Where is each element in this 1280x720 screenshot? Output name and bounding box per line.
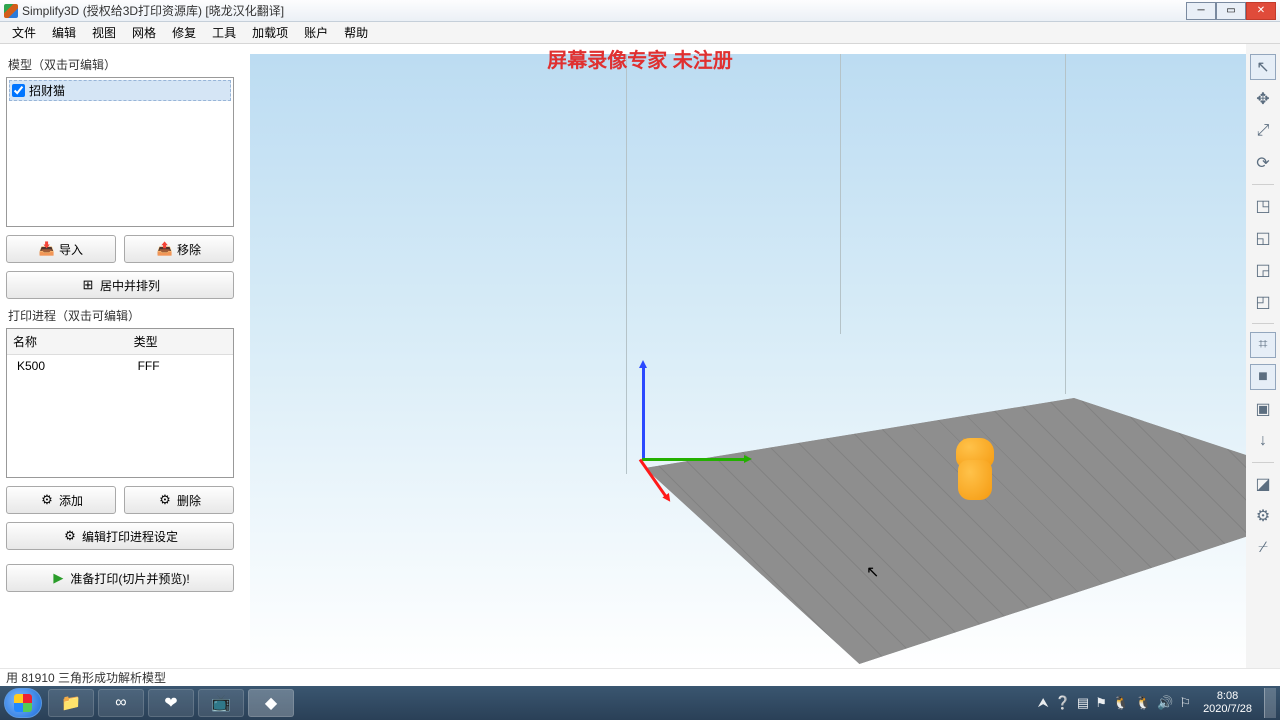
menu-tools[interactable]: 工具 [204,22,244,43]
view-front[interactable]: ◳ [1250,193,1276,219]
tray-icon-3[interactable]: ⚑ [1095,695,1107,711]
menu-addons[interactable]: 加载项 [244,22,296,43]
maximize-button[interactable]: ▭ [1216,2,1246,20]
center-arrange-button[interactable]: ⊞居中并排列 [6,271,234,299]
minimize-button[interactable]: ─ [1186,2,1216,20]
axis-z [642,364,645,460]
titlebar: Simplify3D (授权给3D打印资源库) [晓龙汉化翻译] ─ ▭ ✕ [0,0,1280,22]
tray-icon-2[interactable]: ▤ [1077,695,1089,711]
process-section-title: 打印进程（双击可编辑） [8,307,234,324]
delete-icon: ⚙ [157,492,173,508]
gear-icon: ⚙ [62,528,78,544]
taskbar-app-simplify3d[interactable]: ◆ [248,689,294,717]
window-title: Simplify3D (授权给3D打印资源库) [晓龙汉化翻译] [22,2,1186,19]
watermark: 屏幕录像专家 未注册 [547,44,733,73]
close-button[interactable]: ✕ [1246,2,1276,20]
rotate-tool[interactable]: ⟳ [1250,150,1276,176]
menu-help[interactable]: 帮助 [336,22,376,43]
process-row[interactable]: K500 FFF [7,355,233,378]
right-toolbar: ↖ ✥ ⤢ ⟳ ◳ ◱ ◲ ◰ ⌗ ■ ▣ ↓ ◪ ⚙ ⌿ [1246,44,1280,668]
menubar: 文件 编辑 视图 网格 修复 工具 加载项 账户 帮助 屏幕录像专家 未注册 [0,22,1280,44]
left-panel: 模型（双击可编辑） 招财猫 📥导入 📤移除 ⊞居中并排列 打印进程（双击可编辑）… [0,44,240,668]
app-icon [4,4,18,18]
taskbar-app-app-tv[interactable]: 📺 [198,689,244,717]
import-icon: 📥 [39,241,55,257]
move-tool[interactable]: ✥ [1250,86,1276,112]
process-list[interactable]: 名称 类型 K500 FFF [6,328,234,478]
add-icon: ⚙ [39,492,55,508]
tray-icon-6[interactable]: 🔊 [1157,695,1173,711]
start-button[interactable] [4,688,42,718]
tray-icon-0[interactable]: ⮝ [1038,695,1049,711]
taskbar: 📁∞❤📺◆ ⮝ ❔ ▤ ⚑ 🐧 🐧 🔊 ⚐ 8:08 2020/7/28 [0,686,1280,720]
axis-y [642,458,748,461]
menu-account[interactable]: 账户 [296,22,336,43]
cross-section-tool[interactable]: ◪ [1250,471,1276,497]
models-list[interactable]: 招财猫 [6,77,234,227]
select-tool[interactable]: ↖ [1250,54,1276,80]
menu-mesh[interactable]: 网格 [124,22,164,43]
arrange-icon: ⊞ [80,277,96,293]
menu-file[interactable]: 文件 [4,22,44,43]
taskbar-app-app-heart[interactable]: ❤ [148,689,194,717]
solid-tool[interactable]: ■ [1250,364,1276,390]
viewport-3d[interactable]: ↖ [250,54,1246,668]
taskbar-clock[interactable]: 8:08 2020/7/28 [1203,690,1252,716]
remove-button[interactable]: 📤移除 [124,235,234,263]
menu-view[interactable]: 视图 [84,22,124,43]
remove-icon: 📤 [157,241,173,257]
build-volume-outline [610,54,1246,474]
delete-process-button[interactable]: ⚙删除 [124,486,234,514]
tray-icon-7[interactable]: ⚐ [1179,695,1191,711]
model-3d-object[interactable] [950,432,1000,504]
tray-icon-4[interactable]: 🐧 [1113,695,1129,711]
tray-icon-5[interactable]: 🐧 [1135,695,1151,711]
mouse-cursor: ↖ [866,562,879,582]
scale-tool[interactable]: ⤢ [1250,118,1276,144]
add-process-button[interactable]: ⚙添加 [6,486,116,514]
status-text: 用 81910 三角形成功解析模型 [6,669,166,686]
play-icon: ▶ [50,570,66,586]
view-right[interactable]: ◲ [1250,257,1276,283]
menu-repair[interactable]: 修复 [164,22,204,43]
statusbar: 用 81910 三角形成功解析模型 [0,668,1280,686]
axes-tool[interactable]: ⌗ [1250,332,1276,358]
system-tray: ⮝ ❔ ▤ ⚑ 🐧 🐧 🔊 ⚐ 8:08 2020/7/28 [1038,688,1276,718]
wire-tool[interactable]: ▣ [1250,396,1276,422]
model-item[interactable]: 招财猫 [9,80,231,101]
prepare-print-button[interactable]: ▶准备打印(切片并预览)! [6,564,234,592]
normals-tool[interactable]: ↓ [1250,428,1276,454]
tray-icon-1[interactable]: ❔ [1055,695,1071,711]
taskbar-app-baidu-netdisk[interactable]: ∞ [98,689,144,717]
model-name: 招财猫 [29,82,65,99]
process-col-name[interactable]: 名称 [7,329,128,355]
taskbar-app-explorer[interactable]: 📁 [48,689,94,717]
menu-edit[interactable]: 编辑 [44,22,84,43]
import-button[interactable]: 📥导入 [6,235,116,263]
supports-tool[interactable]: ⌿ [1250,535,1276,561]
edit-process-button[interactable]: ⚙编辑打印进程设定 [6,522,234,550]
model-checkbox[interactable] [12,84,25,97]
show-desktop-button[interactable] [1264,688,1276,718]
settings-tool[interactable]: ⚙ [1250,503,1276,529]
process-col-type[interactable]: 类型 [128,329,233,355]
models-section-title: 模型（双击可编辑） [8,56,234,73]
build-plate [630,384,1246,664]
view-top[interactable]: ◰ [1250,289,1276,315]
view-left[interactable]: ◱ [1250,225,1276,251]
